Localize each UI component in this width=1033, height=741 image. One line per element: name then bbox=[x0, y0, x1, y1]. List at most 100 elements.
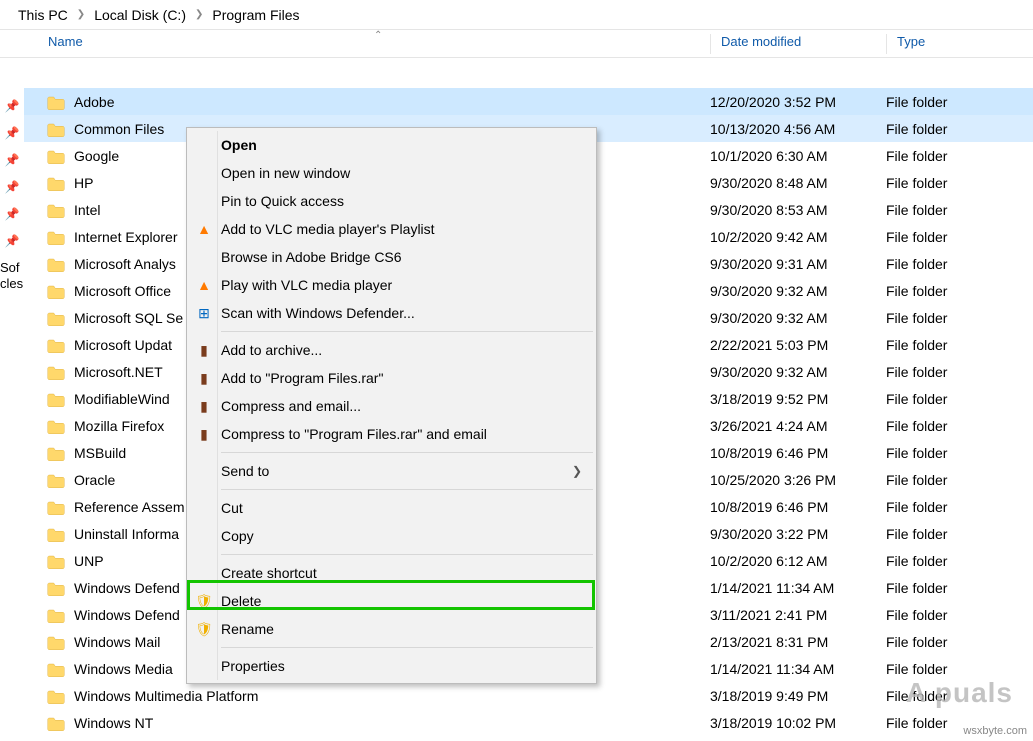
menu-open-new-window[interactable]: Open in new window bbox=[189, 159, 594, 187]
shield-icon: ⊞ bbox=[195, 305, 213, 322]
file-date: 9/30/2020 9:32 AM bbox=[710, 310, 886, 326]
pin-icon: 📌 bbox=[0, 119, 24, 146]
file-date: 3/18/2019 9:52 PM bbox=[710, 391, 886, 407]
file-row[interactable]: Adobe12/20/2020 3:52 PMFile folder bbox=[24, 88, 1033, 115]
menu-defender[interactable]: ⊞Scan with Windows Defender... bbox=[189, 299, 594, 327]
menu-separator bbox=[221, 489, 593, 490]
folder-icon bbox=[46, 633, 66, 649]
file-type: File folder bbox=[886, 526, 1033, 542]
menu-add-rar[interactable]: ▮Add to "Program Files.rar" bbox=[189, 364, 594, 392]
menu-create-shortcut[interactable]: Create shortcut bbox=[189, 559, 594, 587]
breadcrumb-item[interactable]: Local Disk (C:) bbox=[94, 7, 186, 23]
folder-icon bbox=[46, 390, 66, 406]
menu-separator bbox=[221, 331, 593, 332]
file-date: 10/2/2020 6:12 AM bbox=[710, 553, 886, 569]
file-date: 10/2/2020 9:42 AM bbox=[710, 229, 886, 245]
menu-properties[interactable]: Properties bbox=[189, 652, 594, 680]
file-date: 9/30/2020 9:31 AM bbox=[710, 256, 886, 272]
chevron-right-icon: ❯ bbox=[77, 9, 85, 20]
file-date: 10/25/2020 3:26 PM bbox=[710, 472, 886, 488]
menu-separator bbox=[221, 554, 593, 555]
pin-icon: 📌 bbox=[0, 200, 24, 227]
archive-icon: ▮ bbox=[195, 398, 213, 415]
folder-icon bbox=[46, 147, 66, 163]
shield-icon: 🛡 bbox=[195, 621, 213, 638]
file-type: File folder bbox=[886, 337, 1033, 353]
file-date: 3/18/2019 10:02 PM bbox=[710, 715, 886, 731]
menu-adobe-bridge[interactable]: Browse in Adobe Bridge CS6 bbox=[189, 243, 594, 271]
menu-compress-rar-email[interactable]: ▮Compress to "Program Files.rar" and ema… bbox=[189, 420, 594, 448]
vlc-icon: ▲ bbox=[195, 277, 213, 293]
pin-icon: 📌 bbox=[0, 227, 24, 254]
menu-pin-quick-access[interactable]: Pin to Quick access bbox=[189, 187, 594, 215]
file-date: 9/30/2020 8:53 AM bbox=[710, 202, 886, 218]
file-type: File folder bbox=[886, 553, 1033, 569]
menu-vlc-play[interactable]: ▲Play with VLC media player bbox=[189, 271, 594, 299]
watermark-url: wsxbyte.com bbox=[963, 725, 1027, 737]
shield-icon: 🛡 bbox=[195, 593, 213, 610]
archive-icon: ▮ bbox=[195, 370, 213, 387]
file-date: 9/30/2020 9:32 AM bbox=[710, 364, 886, 380]
breadcrumb[interactable]: This PC ❯ Local Disk (C:) ❯ Program File… bbox=[0, 0, 1033, 30]
menu-add-archive[interactable]: ▮Add to archive... bbox=[189, 336, 594, 364]
folder-icon bbox=[46, 201, 66, 217]
file-date: 10/8/2019 6:46 PM bbox=[710, 499, 886, 515]
folder-icon bbox=[46, 282, 66, 298]
breadcrumb-item[interactable]: Program Files bbox=[212, 7, 299, 23]
column-header-date[interactable]: Date modified bbox=[710, 34, 801, 54]
menu-separator bbox=[221, 452, 593, 453]
file-date: 3/11/2021 2:41 PM bbox=[710, 607, 886, 623]
file-date: 3/18/2019 9:49 PM bbox=[710, 688, 886, 704]
file-type: File folder bbox=[886, 256, 1033, 272]
file-type: File folder bbox=[886, 121, 1033, 137]
column-header-name[interactable]: Name bbox=[38, 34, 83, 54]
chevron-right-icon: ❯ bbox=[195, 9, 203, 20]
chevron-right-icon: ❯ bbox=[572, 464, 582, 478]
folder-icon bbox=[46, 336, 66, 352]
file-date: 10/1/2020 6:30 AM bbox=[710, 148, 886, 164]
folder-icon bbox=[46, 309, 66, 325]
file-date: 3/26/2021 4:24 AM bbox=[710, 418, 886, 434]
cut-off-nav-text: Sof cles bbox=[0, 260, 24, 292]
menu-open[interactable]: Open bbox=[189, 131, 594, 159]
file-type: File folder bbox=[886, 175, 1033, 191]
menu-compress-email[interactable]: ▮Compress and email... bbox=[189, 392, 594, 420]
column-header-type[interactable]: Type bbox=[886, 34, 925, 54]
pin-icon: 📌 bbox=[0, 92, 24, 119]
menu-delete[interactable]: 🛡Delete bbox=[189, 587, 594, 615]
file-date: 10/13/2020 4:56 AM bbox=[710, 121, 886, 137]
file-type: File folder bbox=[886, 283, 1033, 299]
quick-access-pins: 📌 📌 📌 📌 📌 📌 bbox=[0, 92, 24, 254]
folder-icon bbox=[46, 606, 66, 622]
file-type: File folder bbox=[886, 148, 1033, 164]
menu-copy[interactable]: Copy bbox=[189, 522, 594, 550]
menu-send-to[interactable]: Send to❯ bbox=[189, 457, 594, 485]
file-type: File folder bbox=[886, 310, 1033, 326]
sort-indicator-icon: ⌃ bbox=[374, 30, 382, 41]
file-date: 10/8/2019 6:46 PM bbox=[710, 445, 886, 461]
folder-icon bbox=[46, 714, 66, 730]
menu-cut[interactable]: Cut bbox=[189, 494, 594, 522]
menu-vlc-playlist[interactable]: ▲Add to VLC media player's Playlist bbox=[189, 215, 594, 243]
menu-rename[interactable]: 🛡Rename bbox=[189, 615, 594, 643]
breadcrumb-item[interactable]: This PC bbox=[18, 7, 68, 23]
file-type: File folder bbox=[886, 202, 1033, 218]
folder-icon bbox=[46, 255, 66, 271]
file-date: 1/14/2021 11:34 AM bbox=[710, 661, 886, 677]
file-date: 9/30/2020 8:48 AM bbox=[710, 175, 886, 191]
file-date: 2/13/2021 8:31 PM bbox=[710, 634, 886, 650]
file-type: File folder bbox=[886, 94, 1033, 110]
file-type: File folder bbox=[886, 445, 1033, 461]
file-row[interactable]: Windows Multimedia Platform3/18/2019 9:4… bbox=[24, 682, 1033, 709]
folder-icon bbox=[46, 228, 66, 244]
pin-icon: 📌 bbox=[0, 173, 24, 200]
file-name: Windows NT bbox=[74, 715, 710, 731]
file-row[interactable]: Windows NT3/18/2019 10:02 PMFile folder bbox=[24, 709, 1033, 736]
archive-icon: ▮ bbox=[195, 426, 213, 443]
folder-icon bbox=[46, 660, 66, 676]
column-headers: ⌃ Name Date modified Type bbox=[0, 30, 1033, 58]
file-type: File folder bbox=[886, 607, 1033, 623]
folder-icon bbox=[46, 417, 66, 433]
folder-icon bbox=[46, 174, 66, 190]
menu-separator bbox=[221, 647, 593, 648]
